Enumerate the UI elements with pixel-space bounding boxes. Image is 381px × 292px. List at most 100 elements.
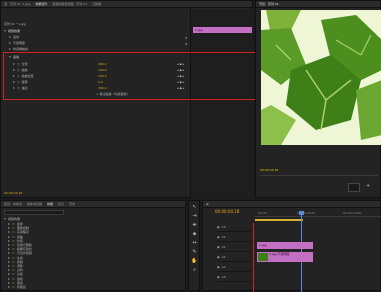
stopwatch-icon[interactable]: ◔ — [17, 68, 20, 72]
timeline-timecode[interactable]: 00:00:04:18 — [215, 209, 239, 214]
mini-clip-label: 1.jpg — [195, 28, 203, 32]
expand-motion-props-icon[interactable] — [9, 56, 11, 58]
expand-time-remap-icon[interactable] — [9, 48, 11, 50]
expand-folder-icon[interactable] — [8, 273, 10, 276]
expand-folder-icon[interactable] — [8, 235, 10, 238]
expand-folder-icon[interactable] — [8, 227, 10, 230]
toggle-output-icon[interactable]: ◉ — [217, 275, 220, 279]
leaf-image — [261, 10, 381, 145]
tab-project[interactable]: 项目：未命名 — [4, 202, 22, 206]
tab-audio-mixer[interactable]: 音频剪辑混合器：序列 01 — [52, 2, 87, 6]
expand-folder-icon[interactable] — [8, 277, 10, 280]
mini-clip-bar: 1.jpg — [193, 27, 252, 33]
stopwatch-icon[interactable]: ◔ — [17, 80, 20, 84]
keyframe-nav-icon[interactable]: ◂ ◆ ▸ — [177, 74, 184, 78]
track-label: V1 — [221, 245, 226, 249]
add-button-icon[interactable]: + — [366, 183, 370, 189]
track-select-tool-icon[interactable]: ⇥ — [191, 213, 198, 220]
position-expand-icon[interactable] — [13, 63, 15, 65]
track-header[interactable]: ◉ V3 — [217, 223, 251, 232]
rotation-value[interactable]: 0.0 — [98, 80, 103, 84]
toggle-output-icon[interactable]: ◉ — [217, 265, 220, 269]
track-header[interactable]: ◉ A3 — [217, 273, 251, 282]
expand-folder-icon[interactable] — [8, 286, 10, 288]
slip-tool-icon[interactable]: ↔ — [191, 240, 198, 247]
time-ruler[interactable]: 00:00 00:00:05:00 00:00:10:00 — [255, 211, 381, 217]
expand-motion-icon[interactable] — [9, 36, 11, 38]
hand-tool-icon[interactable]: ✋ — [191, 258, 198, 265]
track-label: A2 — [221, 265, 226, 269]
effect-mini-timeline: 1.jpg — [190, 9, 253, 199]
program-timecode[interactable]: 00:00:04:18 — [260, 168, 278, 172]
expand-folder-icon[interactable] — [4, 218, 6, 220]
position-value[interactable]: 360.0 — [98, 62, 107, 66]
keyframe-nav-icon[interactable]: ◂ ◆ ▸ — [177, 62, 184, 66]
toggle-output-icon[interactable]: ◉ — [217, 235, 220, 239]
track-header[interactable]: ◉ V1 — [217, 243, 251, 252]
stopwatch-icon[interactable]: ◔ — [17, 62, 20, 66]
track-header[interactable]: ◉ A2 — [217, 263, 251, 272]
scale-width-expand-icon[interactable] — [13, 75, 15, 77]
expand-folder-icon[interactable] — [8, 260, 10, 263]
program-scrubber[interactable] — [260, 175, 378, 176]
tab-effects[interactable]: 效果 — [47, 202, 53, 206]
stopwatch-icon[interactable]: ◔ — [17, 74, 20, 78]
export-frame-button[interactable] — [348, 183, 360, 192]
expand-video-effects-icon[interactable] — [4, 30, 6, 32]
tab-program[interactable]: 节目：序列 01 — [259, 2, 279, 6]
razor-tool-icon[interactable]: ◈ — [191, 231, 198, 238]
tab-source[interactable]: 源：序列 01: 1.jpg — [4, 2, 30, 6]
motion-row[interactable]: 运动 — [9, 54, 19, 60]
expand-opacity-icon[interactable] — [9, 42, 11, 44]
uniform-scale-row[interactable]: ✓ 等比缩放（勾选其他） — [96, 91, 130, 97]
track-header[interactable]: ◉ V2 — [217, 233, 251, 242]
tools-panel: ↖ ⇥ ⇼ ◈ ↔ ✎ ✋ ⌕ — [188, 200, 200, 291]
tab-history[interactable]: 历史 — [69, 202, 75, 206]
rotation-expand-icon[interactable] — [13, 81, 15, 83]
effects-search-input[interactable] — [4, 210, 64, 215]
reset-icon[interactable]: ↺ — [185, 42, 188, 46]
expand-folder-icon[interactable] — [8, 239, 10, 242]
effect-folder-item[interactable]: ▭ 风格化 — [8, 285, 26, 289]
anchor-value[interactable]: 360.0 — [98, 86, 107, 90]
effects-timecode[interactable]: 00:00:04:18 — [4, 191, 22, 195]
work-area-bar[interactable] — [255, 219, 303, 221]
tab-media-browser[interactable]: 媒体浏览器 — [27, 202, 42, 206]
expand-folder-icon[interactable] — [8, 248, 10, 251]
clip-v2[interactable]: 1.jpg — [257, 242, 313, 249]
prop-anchor[interactable]: ◔ 锚点 — [13, 85, 28, 91]
tab-effect-controls[interactable]: 效果控件 — [35, 2, 47, 6]
expand-folder-icon[interactable] — [8, 252, 10, 255]
zoom-tool-icon[interactable]: ⌕ — [191, 267, 198, 274]
highlight-bottom — [3, 99, 267, 100]
reset-icon[interactable]: ↺ — [185, 36, 188, 40]
toggle-output-icon[interactable]: ◉ — [217, 255, 220, 259]
stopwatch-icon[interactable]: ◔ — [17, 86, 20, 90]
expand-folder-icon[interactable] — [8, 265, 10, 267]
pen-tool-icon[interactable]: ✎ — [191, 249, 198, 256]
keyframe-nav-icon[interactable]: ◂ ◆ ▸ — [177, 86, 184, 90]
keyframe-nav-icon[interactable]: ◂ ◆ ▸ — [177, 80, 184, 84]
anchor-expand-icon[interactable] — [13, 87, 15, 89]
toggle-output-icon[interactable]: ◉ — [217, 245, 220, 249]
expand-folder-icon[interactable] — [8, 269, 10, 272]
tab-markers[interactable]: 标记 — [58, 202, 64, 206]
checkbox-icon[interactable]: ✓ — [96, 92, 99, 96]
expand-folder-icon[interactable] — [8, 281, 10, 284]
expand-folder-icon[interactable] — [8, 231, 10, 234]
expand-folder-icon[interactable] — [8, 223, 10, 225]
scale-width-value[interactable]: 100.0 — [98, 74, 107, 78]
playhead-handle[interactable] — [299, 211, 304, 215]
timeline-panel: ≡ 00:00:04:18 00:00 00:00:05:00 00:00:10… — [202, 200, 381, 292]
ripple-edit-tool-icon[interactable]: ⇼ — [191, 222, 198, 229]
keyframe-nav-icon[interactable]: ◂ ◆ ▸ — [177, 68, 184, 72]
tab-sequence[interactable]: ≡ — [206, 202, 209, 206]
expand-folder-icon[interactable] — [8, 256, 10, 259]
tab-metadata[interactable]: 元数据 — [92, 2, 101, 6]
scale-expand-icon[interactable] — [13, 69, 15, 71]
scale-value[interactable]: 100.0 — [98, 68, 107, 72]
expand-folder-icon[interactable] — [8, 244, 10, 246]
selection-tool-icon[interactable]: ↖ — [191, 204, 198, 211]
track-header[interactable]: ◉ A1 — [217, 253, 251, 262]
toggle-output-icon[interactable]: ◉ — [217, 225, 220, 229]
